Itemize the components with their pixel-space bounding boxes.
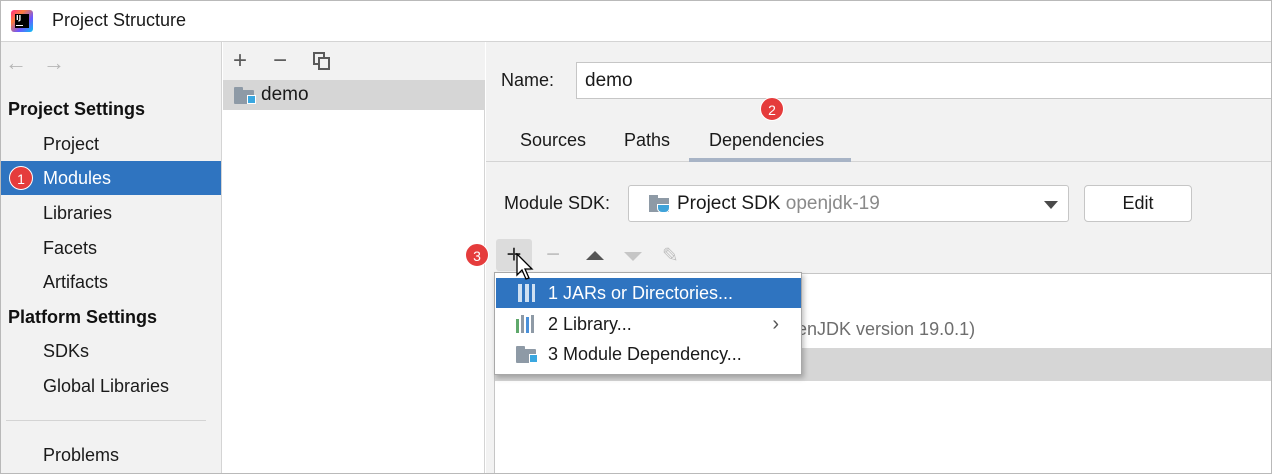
menu-item-module-dependency[interactable]: 3 Module Dependency... (496, 339, 801, 369)
project-structure-window: IJ Project Structure ← → Project Setting… (0, 0, 1272, 474)
step-badge-2: 2 (760, 97, 784, 121)
move-up-icon[interactable] (586, 251, 604, 260)
step-badge-3: 3 (465, 243, 489, 267)
jar-icon (518, 284, 536, 302)
sdk-folder-icon (649, 195, 673, 215)
sdk-selected-value: Project SDK openjdk-19 (677, 193, 880, 215)
title-bar: IJ Project Structure (1, 1, 1271, 42)
sdk-version: openjdk-19 (785, 193, 880, 214)
sidebar-item-libraries[interactable]: Libraries (1, 196, 221, 230)
move-down-icon[interactable] (624, 252, 642, 261)
dependency-row-jdk[interactable]: enJDK version 19.0.1) (797, 319, 975, 340)
add-dependency-popup: 1 JARs or Directories... 2 Library... › … (494, 272, 802, 375)
menu-item-jars-or-directories[interactable]: 1 JARs or Directories... (496, 278, 801, 308)
sidebar-item-facets[interactable]: Facets (1, 231, 221, 265)
module-label: demo (261, 84, 309, 105)
module-row-demo[interactable]: demo (223, 80, 485, 110)
tab-sources[interactable]: Sources (520, 130, 586, 151)
module-tabs: Sources Paths Dependencies (486, 122, 1271, 162)
sidebar-item-artifacts[interactable]: Artifacts (1, 265, 221, 299)
remove-dependency-button[interactable]: − (546, 243, 560, 267)
module-folder-icon (516, 346, 538, 363)
library-icon (516, 315, 538, 333)
sidebar-item-global-libraries[interactable]: Global Libraries (1, 369, 221, 403)
module-sdk-dropdown[interactable]: Project SDK openjdk-19 (628, 185, 1069, 222)
chevron-down-icon (1044, 201, 1058, 209)
copy-icon[interactable] (313, 52, 331, 70)
add-module-button[interactable]: + (233, 49, 247, 73)
sidebar-item-project[interactable]: Project (1, 127, 221, 161)
tab-paths[interactable]: Paths (624, 130, 670, 151)
name-label: Name: (501, 70, 555, 90)
chevron-right-icon: › (772, 313, 779, 335)
modules-panel: + − demo (223, 42, 485, 473)
tab-dependencies[interactable]: Dependencies (709, 130, 824, 151)
dependencies-toolbar: + − ✎ (494, 237, 1271, 273)
menu-item-label: 3 Module Dependency... (548, 344, 742, 364)
sidebar-item-sdks[interactable]: SDKs (1, 334, 221, 368)
edit-sdk-button[interactable]: Edit (1084, 185, 1192, 222)
window-title: Project Structure (52, 10, 187, 30)
sidebar-item-problems[interactable]: Problems (1, 438, 221, 472)
platform-settings-heading: Platform Settings (8, 307, 158, 327)
edit-pencil-icon[interactable]: ✎ (662, 243, 679, 268)
step-badge-1: 1 (9, 166, 33, 190)
remove-module-button[interactable]: − (273, 49, 287, 73)
menu-item-label: 1 JARs or Directories... (548, 283, 734, 303)
menu-item-library[interactable]: 2 Library... › (496, 309, 801, 339)
intellij-idea-icon: IJ (11, 10, 33, 32)
module-settings-panel: Name: demo Sources Paths Dependencies Mo… (486, 42, 1271, 473)
back-arrow-icon[interactable]: ← (5, 52, 27, 74)
sdk-name: Project SDK (677, 193, 781, 214)
module-folder-icon (234, 87, 256, 104)
forward-arrow-icon[interactable]: → (43, 52, 65, 74)
sidebar-item-modules[interactable]: Modules (1, 161, 221, 195)
modules-toolbar: + − (223, 42, 485, 80)
menu-item-label: 2 Library... (548, 314, 632, 334)
active-tab-indicator (689, 158, 851, 162)
sidebar: ← → Project Settings Project Modules Lib… (1, 42, 222, 473)
module-sdk-label: Module SDK: (504, 193, 611, 213)
project-settings-heading: Project Settings (8, 99, 146, 119)
sidebar-divider (6, 420, 206, 421)
name-input[interactable]: demo (576, 62, 1271, 99)
mouse-cursor-icon (516, 253, 534, 280)
